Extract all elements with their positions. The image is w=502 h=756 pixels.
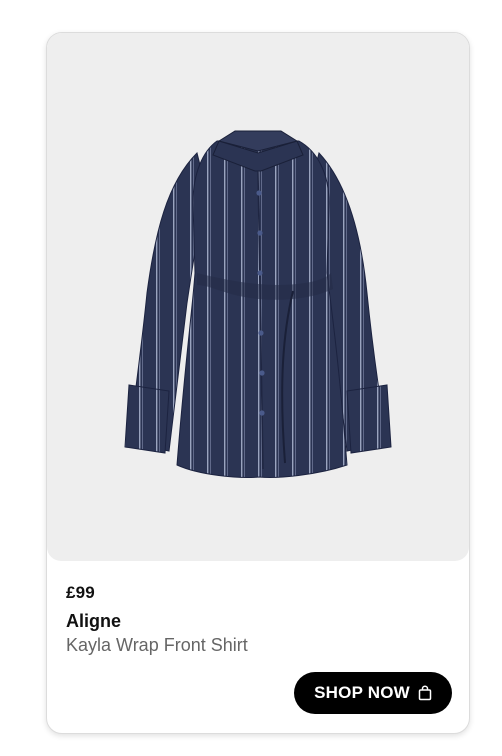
product-image[interactable] xyxy=(47,33,469,561)
product-card[interactable]: £99 Aligne Kayla Wrap Front Shirt SHOP N… xyxy=(46,32,470,734)
shirt-illustration xyxy=(124,130,392,478)
shopping-bag-icon xyxy=(418,685,432,701)
product-price: £99 xyxy=(66,583,95,602)
product-title[interactable]: Kayla Wrap Front Shirt xyxy=(66,635,248,656)
shop-now-button[interactable]: SHOP NOW xyxy=(294,672,452,714)
product-brand[interactable]: Aligne xyxy=(66,611,121,632)
shop-now-label: SHOP NOW xyxy=(314,683,410,702)
